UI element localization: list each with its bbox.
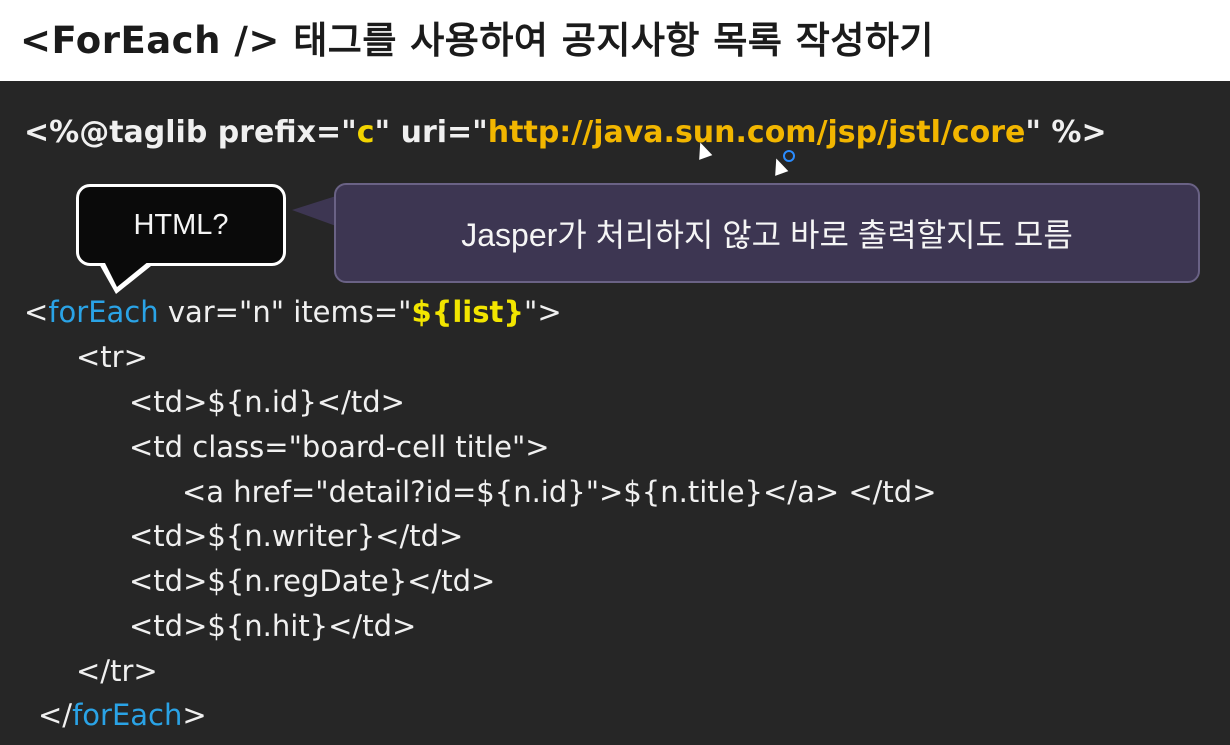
- code-line-td-title-open: <td class="board-cell title">: [129, 430, 550, 464]
- slide: <ForEach /> 태그를 사용하여 공지사항 목록 작성하기 <%@tag…: [0, 0, 1230, 745]
- taglib-prefix-open: <%@taglib prefix=": [24, 115, 357, 150]
- code-line-tr-open: <tr>: [76, 340, 148, 374]
- taglib-prefix-value: c: [356, 115, 375, 150]
- foreach-items-expression: ${list}: [411, 295, 525, 329]
- code-token: var="n" items=": [158, 295, 412, 329]
- code-token: <: [24, 295, 49, 329]
- code-line-td-regdate: <td>${n.regDate}</td>: [129, 564, 496, 598]
- callout-right-tail: [292, 196, 336, 226]
- click-indicator-icon: [783, 150, 795, 162]
- taglib-uri-open: " uri=": [374, 115, 488, 150]
- callout-right-text: Jasper가 처리하지 않고 바로 출력할지도 모름: [461, 217, 1073, 253]
- foreach-keyword: forEach: [72, 698, 183, 732]
- foreach-keyword: forEach: [48, 295, 159, 329]
- title-bar: <ForEach /> 태그를 사용하여 공지사항 목록 작성하기: [0, 0, 1230, 81]
- callout-left-text: HTML?: [133, 208, 229, 241]
- taglib-close: " %>: [1025, 115, 1107, 150]
- code-token: >: [182, 698, 207, 732]
- slide-title: <ForEach /> 태그를 사용하여 공지사항 목록 작성하기: [20, 19, 934, 62]
- taglib-directive: <%@taglib prefix="c" uri="http://java.su…: [24, 118, 1107, 148]
- code-token: ">: [524, 295, 562, 329]
- code-token: </: [38, 698, 73, 732]
- code-line-td-hit: <td>${n.hit}</td>: [129, 609, 417, 643]
- code-line-anchor: <a href="detail?id=${n.id}">${n.title}</…: [182, 475, 937, 509]
- code-line-foreach-close: </forEach>: [38, 701, 207, 730]
- code-line-td-writer: <td>${n.writer}</td>: [129, 519, 464, 553]
- code-line-td-id: <td>${n.id}</td>: [129, 385, 405, 419]
- code-line-foreach-open: <forEach var="n" items="${list}">: [24, 298, 562, 327]
- code-line-tr-close: </tr>: [76, 654, 158, 688]
- taglib-uri-value: http://java.sun.com/jsp/jstl/core: [487, 115, 1026, 150]
